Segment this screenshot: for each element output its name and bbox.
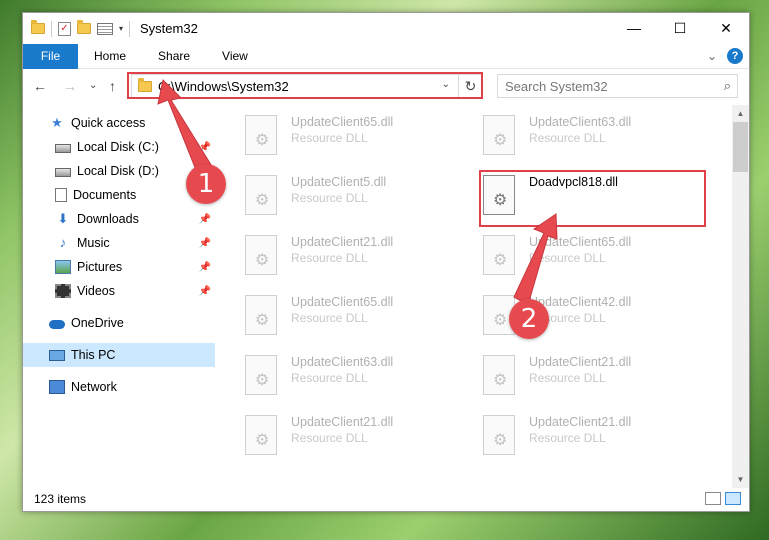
step-2-badge: 2 [509,299,549,339]
step-1-badge: 1 [186,164,226,204]
annotation-arrows [157,78,558,306]
arrow-1 [157,78,214,176]
arrow-2 [513,213,558,306]
